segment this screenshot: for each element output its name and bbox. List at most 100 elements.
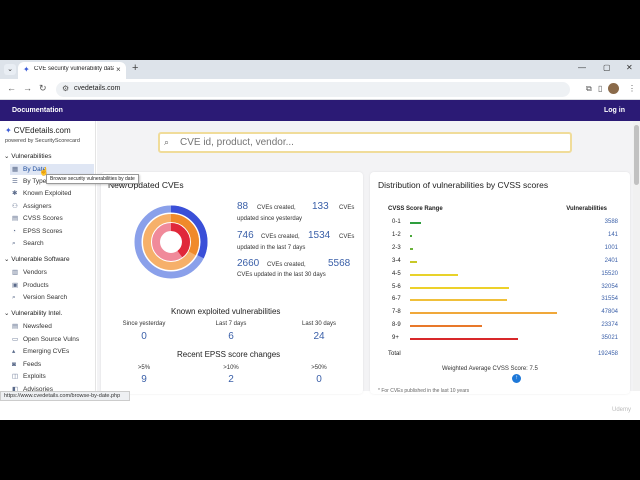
cvss-bar[interactable] [410,247,414,250]
site-logo[interactable]: ✦ CVEdetails.com [5,126,71,135]
bottom-strip [0,401,640,420]
sidebar-item-emerging-cves[interactable]: ▴ Emerging CVEs [10,346,94,357]
sidebar-item-label: Version Search [23,294,68,301]
section-label: Vulnerabilities [11,153,52,160]
cvss-range-value[interactable]: 31554 [601,296,618,302]
sidebar-item-known-exploited[interactable]: ✱ Known Exploited [10,188,94,199]
sidebar-item-label: Exploits [23,373,46,380]
created-last-30-days[interactable]: 2660 [237,258,259,269]
created-last-7-days[interactable]: 746 [237,230,254,241]
extensions-icon[interactable]: ⧉ [586,84,592,94]
sidebar-item-version-search[interactable]: ⌕ Version Search [10,292,94,303]
search-input[interactable] [180,137,560,148]
epss-over-5[interactable]: 9 [114,374,174,385]
cvss-bar[interactable] [410,222,422,224]
sidebar-item-label: Emerging CVEs [23,348,70,355]
stat-text: CVEs created, [257,205,296,211]
sidebar-item-open-source-vulns[interactable]: ▭ Open Source Vulns [10,334,94,345]
cvss-range-value[interactable]: 32054 [601,284,618,290]
cvss-bar[interactable] [410,286,509,289]
updated-last-30-days[interactable]: 5568 [328,258,350,269]
known-exploited-since-yesterday[interactable]: 0 [114,331,174,342]
epss-over-50[interactable]: 0 [289,374,349,385]
new-tab-button[interactable]: + [132,62,138,74]
scroll-thumb[interactable] [634,125,639,185]
updated-last-7-days[interactable]: 1534 [308,230,330,241]
login-link[interactable]: Log in [604,107,625,114]
cvss-range-value[interactable]: 1001 [605,245,618,251]
browser-menu-icon[interactable]: ⋮ [628,84,636,93]
known-exploited-label: Since yesterday [122,321,166,327]
main-content: ⌕ New/Updated CVEs 88 CVEs created, 133 … [97,121,633,394]
cvss-range-value[interactable]: 23374 [601,322,618,328]
stat-text: CVEs [339,234,355,240]
known-exploited-last-30-days[interactable]: 24 [289,331,349,342]
page-scrollbar[interactable] [633,121,640,391]
back-arrow-icon[interactable]: ← [7,83,16,93]
browser-tab[interactable]: ✦ CVE security vulnerability datab × [18,62,126,79]
cvss-range-label: 0-1 [392,219,401,225]
cvss-range-value[interactable]: 3588 [605,219,618,225]
sidebar-item-products[interactable]: ▣ Products [10,280,94,291]
cvss-bar[interactable] [410,312,557,315]
code-icon: ▭ [12,336,19,343]
sidebar-item-exploits[interactable]: ◫ Exploits [10,371,94,382]
cvss-bar[interactable] [410,299,508,302]
known-exploited-last-7-days[interactable]: 6 [201,331,261,342]
sidebar-item-epss-scores[interactable]: ◔ EPSS Scores [10,226,94,237]
created-since-yesterday[interactable]: 88 [237,201,248,212]
sidebar-item-feeds[interactable]: ◙ Feeds [10,359,94,370]
section-label: Vulnerability Intel. [11,310,63,317]
sidebar-item-label: Assigners [23,203,52,210]
status-bar-url: https://www.cvedetails.com/browse-by-dat… [0,391,130,401]
sidebar-item-vendors[interactable]: ▥ Vendors [10,267,94,278]
cvss-range-value[interactable]: 47804 [601,309,618,315]
omnibox[interactable]: ⚙ cvedetails.com [56,82,570,97]
cvss-bar[interactable] [410,325,482,328]
sidebar-section-vulnerable-software[interactable]: ⌄ Vulnerable Software [4,255,70,263]
cvss-range-value[interactable]: 15520 [601,271,618,277]
scroll-to-top-button[interactable]: ↑ [512,374,521,383]
cvss-range-value[interactable]: 35021 [601,335,618,341]
window-close-button[interactable]: ✕ [626,63,633,72]
profile-avatar[interactable] [608,83,619,94]
minimize-button[interactable]: — [578,63,586,72]
cvss-range-value[interactable]: 2401 [605,258,618,264]
sidebar-item-assigners[interactable]: ⚇ Assigners [10,201,94,212]
sidebar-item-newsfeed[interactable]: ▤ Newsfeed [10,321,94,332]
sidebar-section-vulnerabilities[interactable]: ⌄ Vulnerabilities [4,152,52,160]
cvss-weighted-average: Weighted Average CVSS Score: 7.5 [442,366,538,372]
cvss-bar[interactable] [410,260,418,263]
building-icon: ▥ [12,269,19,276]
cvss-range-label: 7-8 [392,309,401,316]
updated-since-yesterday[interactable]: 133 [312,201,329,212]
epss-over-10[interactable]: 2 [201,374,261,385]
cvss-range-label: 1-2 [392,231,401,238]
sidepanel-icon[interactable]: ▯ [598,84,602,93]
cvss-range-header: CVSS Score Range [388,206,443,212]
sidebar-item-cvss-scores[interactable]: ▤ CVSS Scores [10,213,94,224]
known-exploited-label: Last 7 days [215,321,247,327]
sidebar-section-vulnerability-intel[interactable]: ⌄ Vulnerability Intel. [4,309,62,317]
new-cves-card: New/Updated CVEs 88 CVEs created, 133 CV… [101,172,363,394]
cvss-bar[interactable] [410,273,458,276]
tab-close-icon[interactable]: × [116,65,121,74]
tab-search-button[interactable]: ⌄ [4,64,16,75]
browser-window: ⌄ ✦ CVE security vulnerability datab × +… [0,60,640,420]
stat-text: CVEs created, [267,262,306,268]
maximize-button[interactable]: ▢ [603,63,611,72]
sidebar-item-search[interactable]: ⌕ Search [10,238,94,249]
site-info-icon[interactable]: ⚙ [62,84,69,93]
sidebar-tooltip: Browse security vulnerabilities by date [46,174,139,184]
documentation-link[interactable]: Documentation [12,107,63,114]
cvss-bar[interactable] [410,234,412,237]
search-box[interactable]: ⌕ [158,132,572,153]
sidebar-item-label: Feeds [23,361,42,368]
tab-bar: ⌄ ✦ CVE security vulnerability datab × +… [0,60,640,79]
cvss-bar[interactable] [410,338,518,341]
reload-icon[interactable]: ↻ [39,83,47,94]
forward-arrow-icon[interactable]: → [23,83,32,93]
epss-label: >50% [311,365,327,371]
sidebar-item-label: By Type [23,178,47,185]
cvss-range-value[interactable]: 141 [608,232,618,238]
